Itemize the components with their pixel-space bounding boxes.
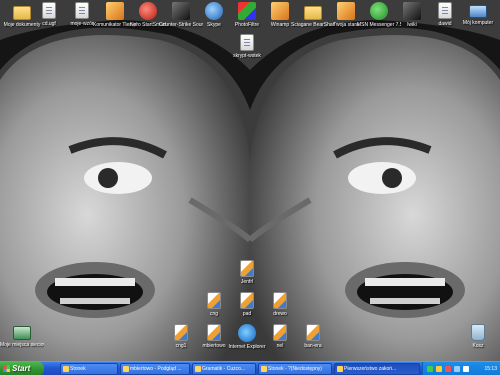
image-file-icon [273, 324, 287, 341]
window-icon [123, 366, 129, 372]
network-places-icon [13, 326, 31, 340]
desktop: Moje dokumenty cd.ugf moje-wzór Komunika… [0, 0, 500, 361]
lwiki-app-icon [403, 2, 421, 20]
folder-icon [304, 6, 322, 20]
twoja-stara-icon [337, 2, 355, 20]
photofiltre-app-icon [238, 2, 256, 20]
taskbar: Start Stonek mbiertowo - Podgląd ... Gra… [0, 361, 500, 375]
desktop-icon-label: drewo [273, 311, 287, 317]
document-icon [42, 2, 56, 19]
document-icon [438, 2, 452, 19]
tlen-app-icon [106, 2, 124, 20]
taskbar-button-label: Stonek [70, 366, 86, 372]
tray-messenger-icon[interactable] [436, 366, 442, 372]
window-icon [337, 366, 343, 372]
taskbar-button-label: Pierwszeństwo zakoń... [344, 366, 397, 372]
skype-app-icon [205, 2, 223, 20]
image-file-icon [207, 324, 221, 341]
desktop-icon-jenfrl[interactable]: Jenfrl [225, 260, 269, 285]
winamp-app-icon [271, 2, 289, 20]
nero-app-icon [139, 2, 157, 20]
taskbar-button-stonek[interactable]: Stonek [60, 363, 118, 375]
document-icon [75, 2, 89, 19]
image-file-icon [207, 292, 221, 309]
start-button-label: Start [12, 364, 31, 373]
desktop-icon-label: Moje miejsca sieciowe [0, 342, 44, 348]
internet-explorer-icon [238, 324, 256, 342]
document-icon [240, 34, 254, 51]
counter-strike-app-icon [172, 2, 190, 20]
desktop-icon-label: skrypt-wstek [233, 53, 261, 59]
start-button[interactable]: Start [0, 362, 44, 375]
image-file-icon [306, 324, 320, 341]
window-icon [195, 366, 201, 372]
windows-logo-icon [3, 365, 10, 372]
desktop-icon-ban-era[interactable]: ban-era [291, 324, 335, 349]
window-icon [63, 366, 69, 372]
image-file-icon [273, 292, 287, 309]
tray-network-icon[interactable] [454, 366, 460, 372]
taskbar-button-label: Stonek - ?(Niedostępny) [268, 366, 322, 372]
desktop-icon-my-computer[interactable]: Mój komputer [456, 2, 500, 26]
tray-volume-icon[interactable] [463, 366, 469, 372]
clock[interactable]: 15:13 [484, 362, 497, 375]
image-file-icon [240, 260, 254, 277]
taskbar-button-active-window[interactable]: Pierwszeństwo zakoń... [334, 363, 420, 375]
window-icon [261, 366, 267, 372]
taskbar-button-stonek-unavailable[interactable]: Stonek - ?(Niedostępny) [258, 363, 332, 375]
desktop-icon-recycle-bin[interactable]: Kosz [456, 324, 500, 349]
desktop-icon-label: ban-era [304, 343, 322, 349]
desktop-icon-drewo[interactable]: drewo [258, 292, 302, 317]
recycle-bin-icon [471, 324, 485, 341]
taskbar-button-label: Gramatik - Cuzco... [202, 366, 246, 372]
taskbar-button-label: mbiertowo - Podgląd ... [130, 366, 182, 372]
taskbar-button-gramatik[interactable]: Gramatik - Cuzco... [192, 363, 256, 375]
tray-antivirus-icon[interactable] [445, 366, 451, 372]
image-file-icon [240, 292, 254, 309]
desktop-icon-label: Jenfrl [240, 279, 254, 285]
tray-status-icon[interactable] [427, 366, 433, 372]
computer-icon [469, 5, 487, 18]
desktop-icon-label: Kosz [472, 343, 484, 349]
desktop-icon-network-places[interactable]: Moje miejsca sieciowe [0, 324, 44, 348]
taskbar-button-mbiertowo[interactable]: mbiertowo - Podgląd ... [120, 363, 190, 375]
image-file-icon [174, 324, 188, 341]
msn-messenger-icon [370, 2, 388, 20]
system-tray: 15:13 [422, 362, 500, 375]
desktop-icon-skrypt-wstek[interactable]: skrypt-wstek [225, 34, 269, 59]
desktop-icon-label: Mój komputer [462, 20, 494, 26]
